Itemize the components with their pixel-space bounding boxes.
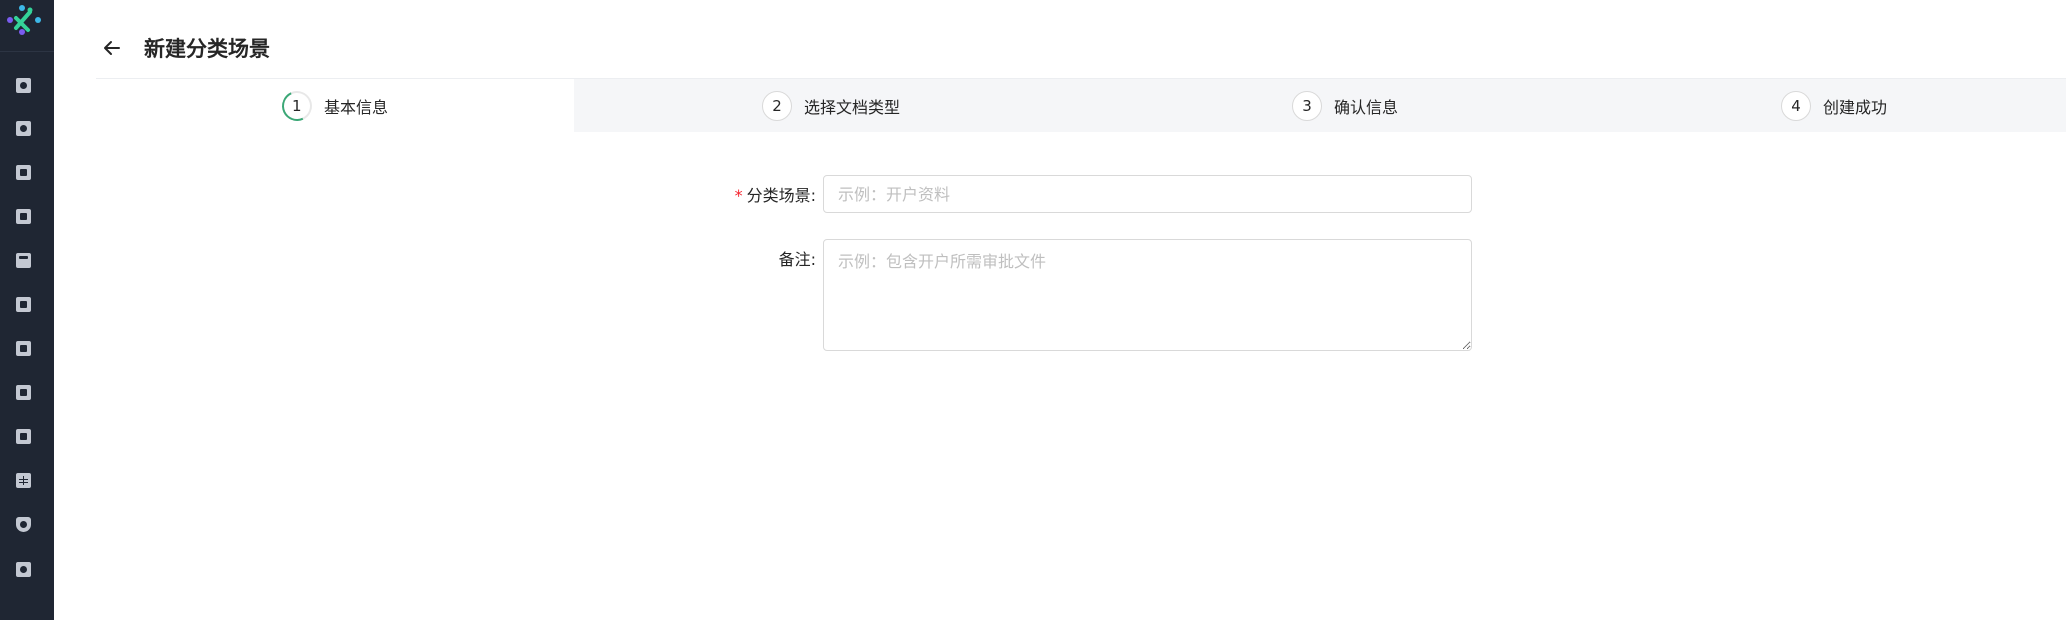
back-button[interactable] xyxy=(96,32,128,64)
shield-icon xyxy=(15,516,31,532)
remark-textarea[interactable] xyxy=(823,239,1472,351)
folder-icon xyxy=(15,296,31,312)
nav-item-upload[interactable] xyxy=(10,115,36,141)
upload-icon xyxy=(15,120,31,136)
step-label: 选择文档类型 xyxy=(803,98,900,117)
step-created[interactable]: 4 创建成功 xyxy=(1602,79,2066,133)
step-number: 3 xyxy=(1291,91,1322,121)
arrow-left-icon xyxy=(104,41,120,55)
steps-bar: 1 基本信息 2 选择文档类型 3 确认信息 4 创建成功 xyxy=(96,78,2066,133)
logo-icon xyxy=(7,5,41,35)
page-title: 新建分类场景 xyxy=(144,37,270,61)
step-number: 1 xyxy=(277,86,317,126)
step-label: 基本信息 xyxy=(323,98,388,117)
scan-icon xyxy=(15,208,31,224)
remark-label: 备注: xyxy=(778,250,816,269)
step-number: 2 xyxy=(761,91,792,121)
nav-item-table[interactable] xyxy=(10,467,36,493)
text-icon xyxy=(15,252,31,268)
nav-item-compare[interactable] xyxy=(10,379,36,405)
step-label: 创建成功 xyxy=(1822,98,1887,117)
sidebar xyxy=(0,0,54,620)
nav-item-document[interactable] xyxy=(10,72,36,98)
scene-label: * 分类场景: xyxy=(734,186,816,205)
step-select-doc-type[interactable]: 2 选择文档类型 xyxy=(574,79,1088,133)
nav-item-stamp[interactable] xyxy=(10,159,36,185)
stamp-icon xyxy=(15,164,31,180)
nav-item-book[interactable] xyxy=(10,423,36,449)
app-logo[interactable] xyxy=(0,0,54,52)
nav-item-edit[interactable] xyxy=(10,335,36,361)
required-mark: * xyxy=(734,186,743,205)
table-icon xyxy=(15,472,31,488)
step-basic-info[interactable]: 1 基本信息 xyxy=(96,79,574,133)
nav-item-scan[interactable] xyxy=(10,203,36,229)
step-number: 4 xyxy=(1780,91,1811,121)
compare-icon xyxy=(15,384,31,400)
nav-item-folder[interactable] xyxy=(10,291,36,317)
nav-item-text[interactable] xyxy=(10,247,36,273)
step-label: 确认信息 xyxy=(1333,98,1398,117)
edit-icon xyxy=(15,340,31,356)
step-confirm-info[interactable]: 3 确认信息 xyxy=(1088,79,1602,133)
book-icon xyxy=(15,428,31,444)
settings-doc-icon xyxy=(15,561,31,577)
scene-input[interactable] xyxy=(823,175,1472,213)
page-header: 新建分类场景 xyxy=(96,28,270,68)
document-icon xyxy=(15,77,31,93)
nav-item-settings-doc[interactable] xyxy=(10,556,36,582)
nav-item-shield[interactable] xyxy=(10,511,36,537)
